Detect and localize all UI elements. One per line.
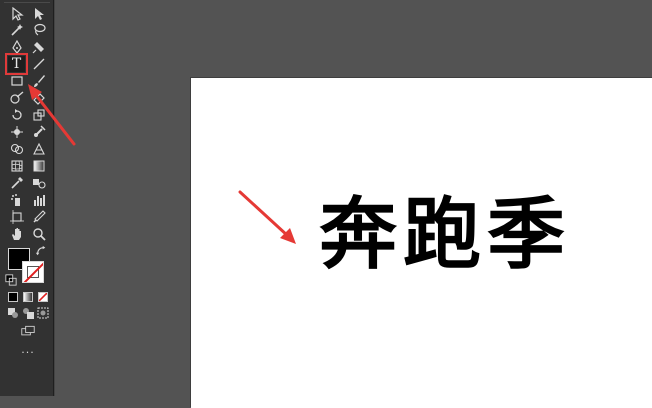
shaper-tool-icon[interactable]	[8, 90, 25, 106]
zoom-tool-icon[interactable]	[30, 226, 47, 242]
pen-tool-icon[interactable]	[8, 39, 25, 55]
gradient-tool-icon[interactable]	[30, 158, 47, 174]
puppet-warp-tool-icon[interactable]	[30, 124, 47, 140]
panel-divider	[54, 0, 55, 396]
lasso-tool-icon[interactable]	[30, 22, 47, 38]
rotate-tool-icon[interactable]	[8, 107, 25, 123]
artboard-tool-icon[interactable]	[8, 209, 25, 225]
blend-tool-icon[interactable]	[30, 175, 47, 191]
tools-panel: T ...	[0, 0, 54, 396]
slice-tool-icon[interactable]	[30, 209, 47, 225]
default-fill-stroke-icon[interactable]	[5, 274, 17, 286]
line-segment-tool-icon[interactable]	[30, 56, 47, 72]
eyedropper-tool-icon[interactable]	[8, 175, 25, 191]
color-mode-button[interactable]	[8, 292, 18, 302]
swap-fill-stroke-icon[interactable]	[35, 245, 47, 257]
stroke-color-swatch[interactable]	[22, 261, 44, 283]
selection-tool-icon[interactable]	[8, 6, 25, 22]
shape-builder-tool-icon[interactable]	[8, 141, 25, 157]
artboard-text[interactable]: 奔跑季	[319, 196, 571, 274]
edit-toolbar-button[interactable]: ...	[18, 344, 38, 358]
perspective-grid-tool-icon[interactable]	[30, 141, 47, 157]
draw-inside-icon[interactable]	[36, 306, 50, 320]
eraser-tool-icon[interactable]	[30, 90, 47, 106]
type-tool-icon[interactable]: T	[5, 53, 28, 75]
magic-wand-tool-icon[interactable]	[8, 22, 25, 38]
draw-normal-icon[interactable]	[6, 306, 20, 320]
direct-selection-tool-icon[interactable]	[30, 6, 47, 22]
type-tool-label: T	[11, 56, 22, 72]
rectangle-tool-icon[interactable]	[8, 73, 25, 89]
hand-tool-icon[interactable]	[8, 226, 25, 242]
curvature-tool-icon[interactable]	[30, 39, 47, 55]
none-mode-button[interactable]	[38, 292, 48, 302]
symbol-sprayer-tool-icon[interactable]	[8, 192, 25, 208]
paintbrush-tool-icon[interactable]	[30, 73, 47, 89]
width-tool-icon[interactable]	[8, 124, 25, 140]
mesh-tool-icon[interactable]	[8, 158, 25, 174]
screen-mode-icon[interactable]	[19, 324, 37, 338]
scale-tool-icon[interactable]	[30, 107, 47, 123]
gradient-mode-button[interactable]	[23, 292, 33, 302]
draw-behind-icon[interactable]	[21, 306, 35, 320]
column-graph-tool-icon[interactable]	[30, 192, 47, 208]
